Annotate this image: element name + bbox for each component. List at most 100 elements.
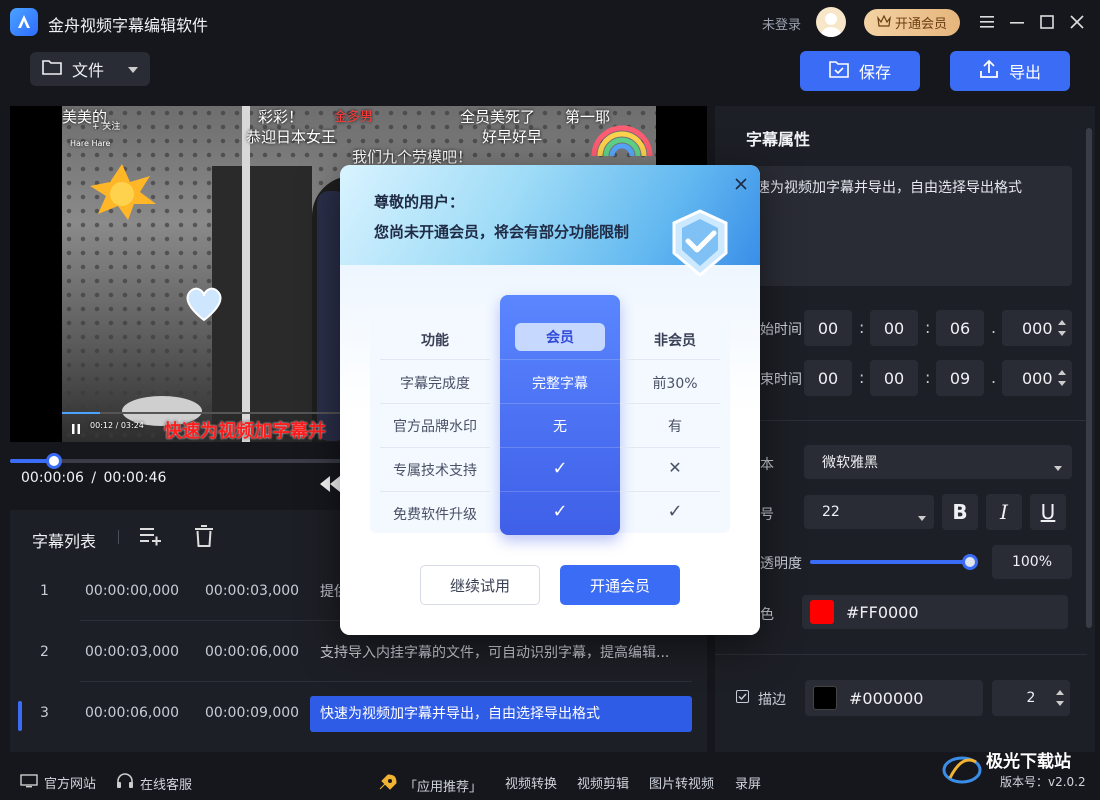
- save-label: 保存: [858, 63, 891, 82]
- start-hour-field[interactable]: 00: [804, 310, 852, 346]
- membership-dialog: 尊敬的用户： 您尚未开通会员，将会有部分功能限制 会员 功能 非会员 字幕完成度…: [340, 165, 760, 635]
- video-caption: 全员美死了: [460, 108, 536, 126]
- export-label: 导出: [1008, 63, 1041, 82]
- bold-button[interactable]: B: [942, 494, 978, 530]
- stepper-icon[interactable]: [1056, 689, 1064, 711]
- upload-icon: [979, 59, 999, 83]
- video-caption: Hare Hare: [70, 139, 111, 148]
- subtitle-list-title: 字幕列表: [32, 532, 97, 551]
- start-second-field[interactable]: 06: [936, 310, 984, 346]
- feature-name: 免费软件升级: [393, 507, 477, 523]
- video-edit-link[interactable]: 视频剪辑: [577, 773, 629, 792]
- font-label: 本: [760, 457, 774, 473]
- export-button[interactable]: 导出: [950, 51, 1070, 91]
- font-size-select[interactable]: 22: [804, 495, 934, 529]
- video-convert-link[interactable]: 视频转换: [505, 773, 557, 792]
- properties-scrollbar[interactable]: [1086, 128, 1092, 628]
- video-caption: 恭迎日本女王: [246, 128, 337, 146]
- video-caption: 我们九个劳模吧！: [352, 148, 473, 166]
- column-header: 功能: [421, 333, 449, 349]
- app-recommend-label: 「应用推荐」: [404, 779, 483, 795]
- app-recommend-link[interactable]: 「应用推荐」: [376, 773, 482, 797]
- row-end-time[interactable]: 00:00:06,000: [205, 644, 299, 660]
- start-minute-field[interactable]: 00: [870, 310, 918, 346]
- start-time-label: 始时间: [760, 322, 802, 338]
- file-menu[interactable]: 文件: [30, 52, 150, 86]
- dialog-subtitle: 您尚未开通会员，将会有部分功能限制: [374, 223, 630, 241]
- opacity-value[interactable]: 100%: [992, 545, 1072, 579]
- menu-icon[interactable]: [975, 10, 999, 34]
- row-end-time[interactable]: 00:00:09,000: [205, 705, 299, 721]
- maximize-icon[interactable]: [1035, 10, 1059, 34]
- stepper-icon[interactable]: [1058, 369, 1066, 391]
- stroke-color-picker[interactable]: #000000: [805, 680, 983, 716]
- avatar[interactable]: [816, 7, 846, 37]
- opacity-slider[interactable]: [810, 560, 970, 564]
- row-number: 2: [40, 644, 49, 660]
- row-text[interactable]: 快速为视频加字幕并导出，自由选择导出格式: [310, 696, 692, 732]
- open-vip-button[interactable]: 开通会员: [864, 9, 960, 36]
- rewind-icon[interactable]: [320, 476, 340, 496]
- save-button[interactable]: 保存: [800, 51, 920, 91]
- color-label: 色: [760, 607, 774, 623]
- continue-trial-button[interactable]: 继续试用: [420, 565, 540, 605]
- end-hour-field[interactable]: 00: [804, 360, 852, 396]
- color-value: #FF0000: [846, 602, 919, 622]
- minimize-icon[interactable]: [1005, 10, 1029, 34]
- start-ms-field[interactable]: 000: [1002, 310, 1072, 346]
- total-time: 00:00:46: [103, 470, 167, 486]
- vip-value: 无: [553, 419, 567, 435]
- opacity-slider-handle[interactable]: [962, 554, 978, 570]
- stepper-icon[interactable]: [1058, 319, 1066, 341]
- stroke-width-field[interactable]: 2: [992, 680, 1070, 716]
- file-menu-label: 文件: [72, 61, 105, 80]
- row-end-time[interactable]: 00:00:03,000: [205, 583, 299, 599]
- video-progress-handle[interactable]: [46, 453, 62, 469]
- screen-record-link[interactable]: 录屏: [735, 773, 761, 792]
- login-status[interactable]: 未登录: [762, 14, 801, 33]
- headset-icon: [116, 773, 134, 793]
- font-select[interactable]: 微软雅黑: [804, 445, 1072, 479]
- font-size-value: 22: [822, 504, 840, 520]
- table-row[interactable]: 3 00:00:06,000 00:00:09,000 快速为视频加字幕并导出，…: [10, 683, 707, 743]
- row-text[interactable]: 支持导入内挂字幕的文件，可自动识别字幕，提高编辑...: [310, 635, 692, 671]
- row-start-time[interactable]: 00:00:03,000: [85, 644, 179, 660]
- caret-down-icon: [918, 509, 926, 525]
- image-to-video-link[interactable]: 图片转视频: [649, 773, 714, 792]
- divider: [715, 654, 1087, 655]
- close-icon[interactable]: [1065, 10, 1089, 34]
- close-icon[interactable]: [732, 175, 750, 193]
- app-logo-icon: [10, 8, 38, 36]
- official-website-label: 官方网站: [44, 777, 97, 792]
- current-time: 00:00:06: [21, 470, 84, 486]
- row-start-time[interactable]: 00:00:00,000: [85, 583, 179, 599]
- online-support-link[interactable]: 在线客服: [116, 773, 192, 793]
- color-swatch: [810, 600, 834, 624]
- size-label: 号: [760, 507, 774, 523]
- official-website-link[interactable]: 官方网站: [20, 773, 96, 792]
- stroke-width-value: 2: [1026, 690, 1036, 706]
- subtitle-text-input[interactable]: 速为视频加字幕并导出，自由选择导出格式: [746, 166, 1072, 286]
- feature-name: 官方品牌水印: [393, 419, 477, 435]
- underline-button[interactable]: U: [1030, 494, 1066, 530]
- end-time-label: 束时间: [760, 372, 802, 388]
- italic-button[interactable]: I: [986, 494, 1022, 530]
- divider: [118, 530, 119, 544]
- cross-icon: ✕: [668, 458, 682, 477]
- open-vip-button[interactable]: 开通会员: [560, 565, 680, 605]
- sun-sticker-icon: [86, 162, 158, 222]
- end-ms-field[interactable]: 000: [1002, 360, 1072, 396]
- delete-icon[interactable]: [195, 525, 213, 551]
- shield-badge-icon: [662, 205, 738, 281]
- row-start-time[interactable]: 00:00:06,000: [85, 705, 179, 721]
- stroke-checkbox[interactable]: [736, 690, 749, 703]
- column-header: 会员: [515, 323, 605, 351]
- open-vip-label: 开通会员: [894, 17, 947, 32]
- end-second-field[interactable]: 09: [936, 360, 984, 396]
- watermark-logo: 极光下载站: [940, 748, 1090, 788]
- end-minute-field[interactable]: 00: [870, 360, 918, 396]
- online-support-label: 在线客服: [140, 777, 193, 793]
- free-value: 有: [668, 419, 682, 435]
- add-subtitle-icon[interactable]: [140, 526, 162, 550]
- color-picker[interactable]: #FF0000: [802, 595, 1068, 629]
